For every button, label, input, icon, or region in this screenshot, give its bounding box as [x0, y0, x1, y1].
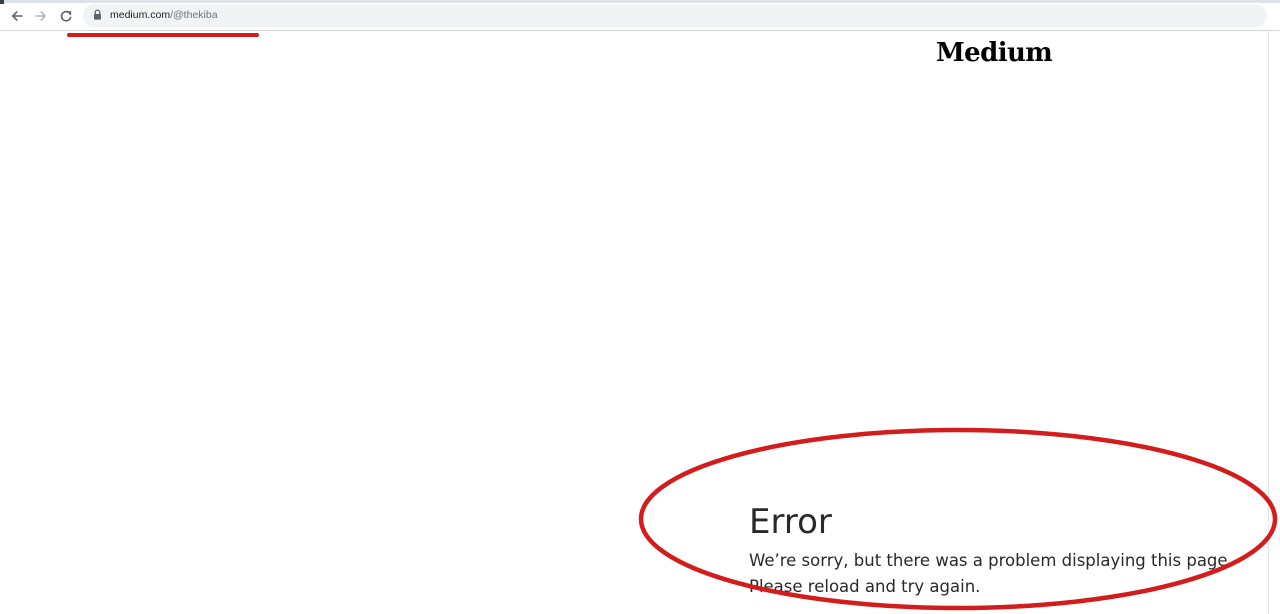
url-text: medium.com/@thekiba	[110, 4, 218, 27]
tab-strip-edge	[0, 0, 1280, 3]
forward-button[interactable]	[31, 6, 51, 26]
arrow-left-icon	[12, 11, 23, 21]
error-message-block: Error We’re sorry, but there was a probl…	[749, 500, 1228, 600]
error-description: We’re sorry, but there was a problem dis…	[749, 548, 1228, 600]
scrollbar-track[interactable]	[1268, 31, 1269, 614]
error-line-sorry: We’re sorry, but there was a problem dis…	[749, 551, 1228, 570]
arrow-right-icon	[35, 11, 46, 21]
back-button[interactable]	[7, 6, 27, 26]
medium-logo[interactable]: Medium	[936, 38, 1053, 68]
browser-toolbar: medium.com/@thekiba	[0, 0, 1280, 31]
reload-icon	[60, 10, 72, 22]
screenshot-page: medium.com/@thekiba Medium Error We’re s…	[0, 0, 1280, 614]
url-host: medium.com	[110, 9, 171, 21]
error-title: Error	[749, 502, 832, 542]
window-corner	[0, 0, 4, 4]
error-line-reload: Please reload and try again.	[749, 577, 981, 596]
url-path: /@thekiba	[170, 9, 218, 21]
address-bar[interactable]: medium.com/@thekiba	[83, 4, 1267, 27]
url-annotation-underline	[67, 33, 259, 37]
reload-button[interactable]	[56, 6, 76, 26]
lock-icon	[94, 9, 101, 20]
